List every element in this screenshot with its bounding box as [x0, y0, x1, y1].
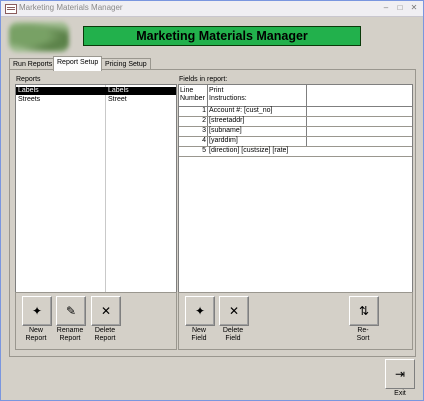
fields-label: Fields in report:: [179, 76, 228, 83]
print-instruction: [streetaddr]: [209, 117, 245, 124]
reports-list[interactable]: Labels Labels Streets Street: [15, 84, 177, 293]
report-buttons-bar: ✦ New Report ✎ Rename Report ✕ Delete Repor…: [15, 292, 177, 350]
table-row[interactable]: 5 [direction] [custsize] [rate]: [179, 147, 412, 157]
close-icon[interactable]: ✕: [408, 3, 420, 13]
line-number: 5: [202, 147, 206, 154]
sort-az-icon: ⇅: [358, 304, 370, 318]
print-instruction: [direction] [custsize] [rate]: [209, 147, 289, 154]
fields-table[interactable]: Line Number Print Instructions: 1 Accoun…: [178, 84, 413, 293]
delete-report-button[interactable]: ✕: [91, 296, 121, 326]
title-bar: Marketing Materials Manager – □ ✕: [1, 1, 423, 17]
new-record-icon: ✦: [194, 304, 206, 318]
header-line: Line: [180, 87, 194, 94]
header-number: Number: [180, 95, 205, 102]
line-number: 2: [202, 117, 206, 124]
window-title: Marketing Materials Manager: [19, 3, 123, 12]
report-setup-panel: Reports Fields in report: Labels Labels …: [9, 69, 416, 357]
header-print: Print: [209, 87, 224, 94]
line-number: 3: [202, 127, 206, 134]
tab-report-setup[interactable]: Report Setup: [53, 56, 103, 71]
line-number: 4: [202, 137, 206, 144]
new-report-button[interactable]: ✦: [22, 296, 52, 326]
print-instruction: Account #: [cust_no]: [209, 107, 273, 114]
list-item[interactable]: Labels Labels: [16, 87, 176, 95]
table-header: Line Number Print Instructions:: [179, 85, 412, 107]
exit-door-icon: ⇥: [394, 367, 406, 381]
resort-button[interactable]: ⇅: [349, 296, 379, 326]
reports-label: Reports: [16, 76, 41, 83]
exit-label: Exit: [394, 390, 406, 397]
footer-status: [9, 384, 11, 391]
rename-report-label: Rename Report: [56, 327, 84, 342]
maximize-icon[interactable]: □: [394, 3, 406, 13]
delete-field-label: Delete Field: [222, 327, 244, 342]
line-number: 1: [202, 107, 206, 114]
report-type: Labels: [108, 87, 129, 94]
table-row[interactable]: 4 [yarddim]: [179, 137, 412, 147]
app-window: Marketing Materials Manager – □ ✕ Market…: [0, 0, 424, 401]
window-controls: – □ ✕: [380, 3, 420, 13]
company-logo: [9, 22, 69, 52]
report-name: Streets: [18, 96, 41, 103]
rename-report-button[interactable]: ✎: [56, 296, 86, 326]
table-row[interactable]: 1 Account #: [cust_no]: [179, 107, 412, 117]
field-buttons-bar: ✦ New Field ✕ Delete Field ⇅ Re- Sort: [178, 292, 413, 350]
report-type: Street: [108, 96, 127, 103]
pencil-icon: ✎: [65, 304, 77, 318]
print-instruction: [yarddim]: [209, 137, 238, 144]
exit-button[interactable]: ⇥: [385, 359, 415, 389]
new-field-button[interactable]: ✦: [185, 296, 215, 326]
delete-field-button[interactable]: ✕: [219, 296, 249, 326]
list-column-divider: [105, 85, 106, 292]
new-record-icon: ✦: [31, 304, 43, 318]
resort-label: Re- Sort: [356, 327, 370, 342]
form-icon: [5, 4, 17, 14]
delete-x-icon: ✕: [100, 304, 112, 318]
page-title: Marketing Materials Manager: [83, 26, 361, 46]
delete-report-label: Delete Report: [94, 327, 116, 342]
list-item[interactable]: Streets Street: [16, 96, 176, 104]
minimize-icon[interactable]: –: [380, 3, 392, 13]
table-row[interactable]: 3 [subname]: [179, 127, 412, 137]
header-instructions: Instructions:: [209, 95, 247, 102]
print-instruction: [subname]: [209, 127, 242, 134]
table-row[interactable]: 2 [streetaddr]: [179, 117, 412, 127]
report-name: Labels: [18, 87, 39, 94]
delete-x-icon: ✕: [228, 304, 240, 318]
